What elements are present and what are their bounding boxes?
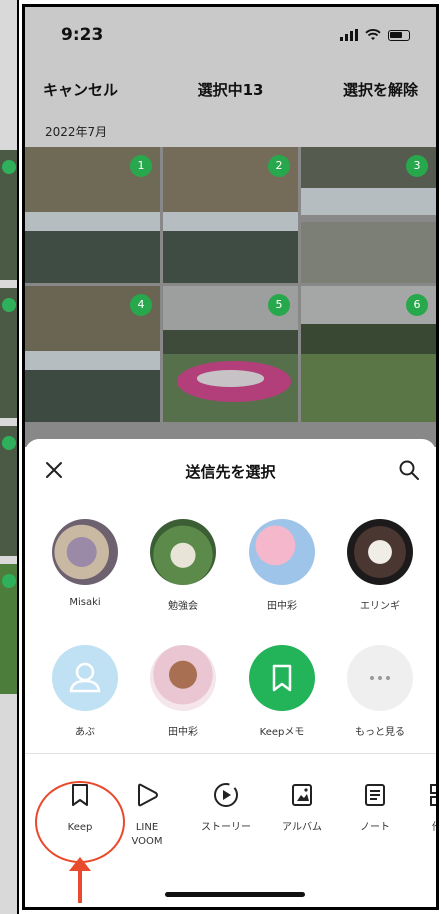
action-label: アルバム — [282, 822, 322, 833]
album-icon — [292, 784, 312, 806]
action-label: 他の — [409, 821, 436, 835]
avatar — [52, 645, 118, 711]
avatar — [347, 645, 413, 711]
selection-badge: 1 — [130, 155, 152, 177]
avatar — [150, 519, 216, 585]
line-voom-action-button[interactable]: LINE VOOM — [114, 769, 180, 849]
friend-name: 田中彩 — [168, 727, 198, 738]
sliver-badge — [2, 298, 16, 312]
photo-grid: 1 2 3 4 5 6 — [25, 147, 436, 447]
selection-badge: 2 — [268, 155, 290, 177]
date-header: 2022年7月 — [45, 125, 108, 139]
divider — [25, 753, 436, 754]
phone-screen: 9:23 キャンセル 選択中13 選択を解除 2022年7月 1 2 3 4 5… — [22, 4, 439, 910]
selection-badge: 4 — [130, 294, 152, 316]
avatar — [249, 645, 315, 711]
friend-item[interactable]: 勉強会 — [138, 519, 228, 612]
see-more-item[interactable]: もっと見る — [335, 645, 425, 738]
friend-item[interactable]: Misaki — [40, 519, 130, 608]
battery-icon — [388, 29, 410, 41]
status-icons — [340, 29, 410, 41]
highlight-circle — [35, 781, 125, 863]
selection-badge: 3 — [406, 155, 428, 177]
friend-name: エリンギ — [360, 601, 400, 612]
avatar — [52, 519, 118, 585]
friend-item[interactable]: 田中彩 — [237, 519, 327, 612]
avatar — [249, 519, 315, 585]
avatar — [347, 519, 413, 585]
selection-badge: 6 — [406, 294, 428, 316]
action-label: ノート — [360, 822, 390, 833]
sliver-badge — [2, 436, 16, 450]
photo-thumbnail[interactable]: 6 — [301, 286, 436, 422]
default-user-icon — [69, 662, 101, 693]
more-dots-icon — [370, 676, 390, 680]
arrow-shaft — [78, 867, 82, 903]
share-bottom-sheet: 送信先を選択 Misaki 勉強会 田中彩 エリンギ あぶ 田中彩 Keepメモ… — [25, 439, 436, 907]
other-icon — [430, 784, 436, 806]
photo-thumbnail[interactable]: 5 — [163, 286, 298, 422]
top-nav: キャンセル 選択中13 選択を解除 — [25, 63, 436, 113]
date-header-row: 2022年7月 — [25, 113, 436, 147]
story-icon — [214, 783, 238, 807]
home-indicator — [165, 892, 305, 897]
album-action-button[interactable]: アルバム — [269, 769, 335, 835]
friend-name: もっと見る — [355, 727, 405, 738]
sliver-badge — [2, 574, 16, 588]
status-bar: 9:23 — [25, 7, 436, 63]
friend-name: Keepメモ — [259, 727, 305, 738]
adjacent-screen-sliver — [0, 0, 19, 914]
other-apps-action-button[interactable]: 他の — [409, 769, 436, 835]
status-time: 9:23 — [61, 25, 104, 45]
deselect-all-button[interactable]: 選択を解除 — [343, 79, 418, 100]
friend-name: 勉強会 — [168, 601, 198, 612]
sliver-badge — [2, 160, 16, 174]
action-label: ストーリー — [201, 822, 251, 833]
friend-name: あぶ — [75, 727, 95, 738]
friend-item[interactable]: エリンギ — [335, 519, 425, 612]
photo-thumbnail[interactable]: 1 — [25, 147, 160, 283]
friend-name: 田中彩 — [267, 601, 297, 612]
selection-badge: 5 — [268, 294, 290, 316]
signal-icon — [340, 29, 358, 41]
photo-thumbnail[interactable]: 2 — [163, 147, 298, 283]
friend-name: Misaki — [69, 597, 101, 608]
note-action-button[interactable]: ノート — [342, 769, 408, 835]
photo-thumbnail[interactable]: 4 — [25, 286, 160, 422]
voom-icon — [138, 783, 158, 807]
story-action-button[interactable]: ストーリー — [193, 769, 259, 835]
bookmark-icon — [272, 664, 292, 692]
avatar — [150, 645, 216, 711]
note-icon — [365, 784, 385, 806]
sheet-title: 送信先を選択 — [185, 463, 276, 481]
photo-thumbnail[interactable]: 3 — [301, 147, 436, 283]
search-icon[interactable] — [398, 459, 420, 481]
wifi-icon — [365, 29, 381, 40]
friend-item[interactable]: 田中彩 — [138, 645, 228, 738]
friend-item[interactable]: あぶ — [40, 645, 130, 738]
keep-memo-item[interactable]: Keepメモ — [237, 645, 327, 738]
